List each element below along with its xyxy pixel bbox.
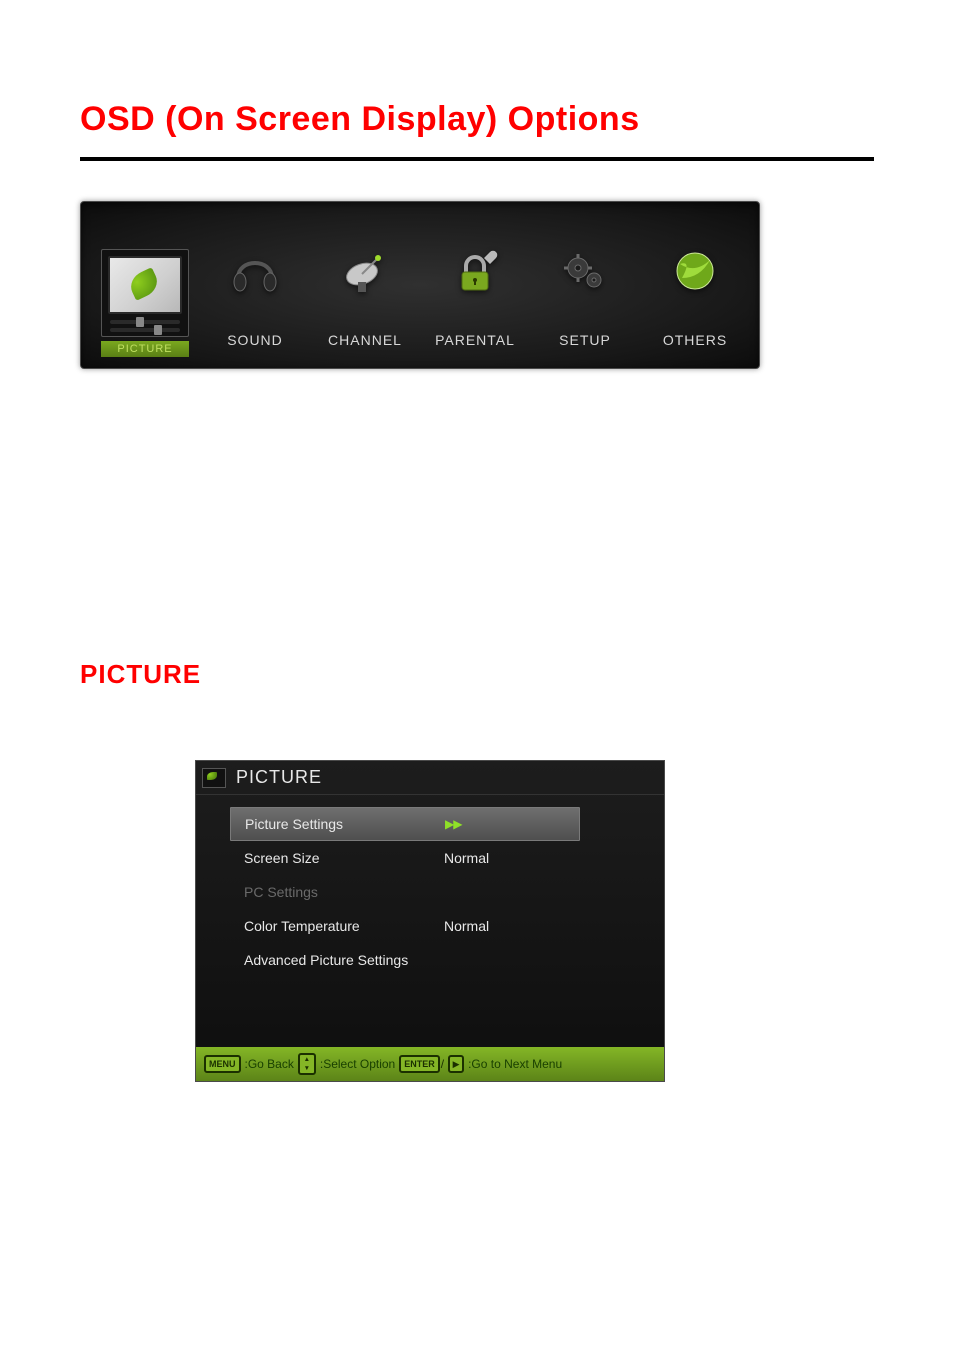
tab-parental[interactable]: PARENTAL (425, 226, 525, 348)
tab-picture-label: PICTURE (117, 343, 172, 355)
row-color-temperature[interactable]: Color Temperature Normal (244, 909, 646, 943)
row-picture-settings[interactable]: Picture Settings ▶▶ (230, 807, 580, 841)
tab-others-label: OTHERS (663, 332, 727, 348)
tab-channel[interactable]: CHANNEL (315, 226, 415, 348)
row-label: Color Temperature (244, 918, 444, 934)
row-label: Picture Settings (245, 816, 445, 832)
up-down-key-icon: ▲▼ (298, 1053, 316, 1075)
enter-key-icon: ENTER (399, 1055, 440, 1073)
row-value: Normal (444, 918, 564, 934)
tab-sound-label: SOUND (227, 332, 283, 348)
globe-icon (668, 244, 722, 298)
picture-submenu: PICTURE Picture Settings ▶▶ Screen Size … (195, 760, 665, 1082)
fast-forward-icon: ▶▶ (445, 817, 565, 831)
submenu-footer: MENU :Go Back ▲▼ :Select Option ENTER/ ▶… (196, 1047, 664, 1081)
row-label: Screen Size (244, 850, 444, 866)
section-heading: PICTURE (80, 659, 874, 690)
monitor-leaf-icon: PICTURE (101, 258, 189, 348)
row-label: Advanced Picture Settings (244, 952, 444, 968)
footer-next-menu: :Go to Next Menu (468, 1057, 562, 1071)
padlock-icon (448, 244, 502, 298)
row-value: Normal (444, 850, 564, 866)
gears-icon (558, 244, 612, 298)
footer-go-back: :Go Back (245, 1057, 294, 1071)
page-title: OSD (On Screen Display) Options (80, 100, 874, 139)
submenu-title: PICTURE (236, 767, 322, 788)
row-screen-size[interactable]: Screen Size Normal (244, 841, 646, 875)
osd-menu-bar: PICTURE SOUND (80, 201, 760, 369)
row-label: PC Settings (244, 884, 444, 900)
row-pc-settings: PC Settings (244, 875, 646, 909)
menu-key-icon: MENU (204, 1055, 241, 1073)
satellite-dish-icon (338, 244, 392, 298)
picture-header-icon (202, 768, 226, 788)
tab-picture[interactable]: PICTURE (95, 258, 195, 348)
tab-sound[interactable]: SOUND (205, 226, 305, 348)
tab-setup-label: SETUP (559, 332, 611, 348)
right-key-icon: ▶ (448, 1055, 464, 1073)
tab-setup[interactable]: SETUP (535, 226, 635, 348)
title-divider (80, 157, 874, 161)
tab-parental-label: PARENTAL (435, 332, 515, 348)
submenu-header: PICTURE (196, 761, 664, 795)
headphones-icon (228, 244, 282, 298)
footer-select-option: :Select Option (320, 1057, 395, 1071)
tab-others[interactable]: OTHERS (645, 226, 745, 348)
tab-channel-label: CHANNEL (328, 332, 402, 348)
row-advanced-picture-settings[interactable]: Advanced Picture Settings (244, 943, 646, 977)
